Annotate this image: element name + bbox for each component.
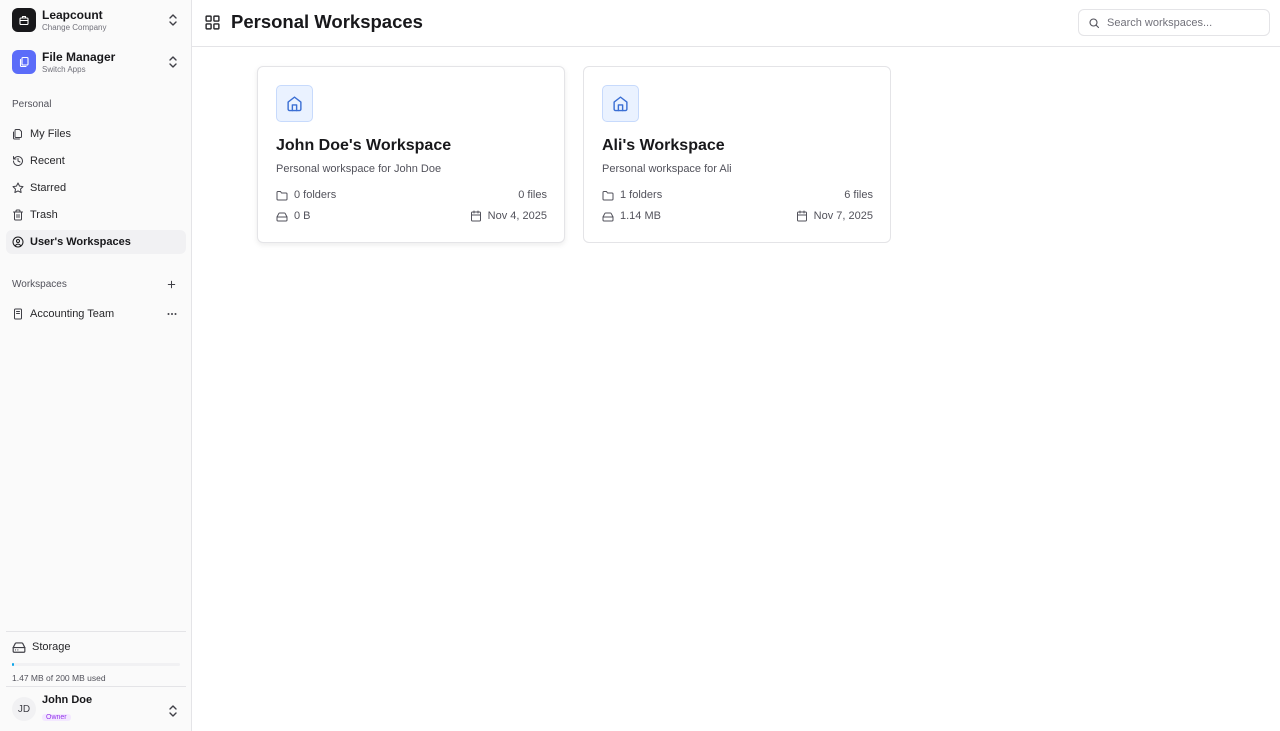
created-date: Nov 7, 2025: [796, 210, 873, 222]
company-subtitle: Change Company: [42, 22, 107, 32]
sidebar-item-label: Accounting Team: [30, 308, 115, 320]
calendar-icon: [470, 210, 481, 222]
hard-drive-icon: [12, 642, 26, 653]
file-count: 6 files: [844, 189, 873, 201]
created-date: Nov 4, 2025: [470, 210, 547, 222]
storage-panel: Storage 1.47 MB of 200 MB used: [6, 631, 186, 683]
workspace-description: Personal workspace for Ali: [602, 163, 732, 175]
book-icon: [12, 308, 24, 320]
app-subtitle: Switch Apps: [42, 64, 86, 74]
clock-icon: [12, 155, 24, 167]
file-count: 0 files: [518, 189, 547, 201]
folder-icon: [602, 190, 614, 200]
workspace-description: Personal workspace for John Doe: [276, 163, 442, 175]
sidebar-item-my-files[interactable]: My Files: [6, 122, 186, 146]
star-icon: [12, 182, 24, 194]
home-icon: [276, 85, 313, 122]
user-circle-icon: [12, 236, 24, 248]
storage-size: 0 B: [276, 210, 311, 222]
workspace-card[interactable]: Ali's Workspace Personal workspace for A…: [583, 66, 891, 243]
storage-size: 1.14 MB: [602, 210, 661, 222]
folder-count-text: 0 folders: [294, 189, 337, 201]
workspace-title: John Doe's Workspace: [276, 137, 452, 154]
folder-count: 1 folders: [602, 189, 662, 201]
file-manager-logo-icon: [12, 50, 36, 74]
sidebar-item-label: My Files: [30, 128, 71, 140]
plus-icon: [167, 280, 175, 288]
sidebar-item-label: Trash: [30, 209, 58, 221]
company-name: Leapcount: [42, 7, 103, 22]
search-icon: [1089, 17, 1100, 28]
sidebar-item-label: Starred: [30, 182, 67, 194]
storage-button[interactable]: Storage: [6, 634, 186, 660]
files-icon: [12, 128, 24, 140]
created-date-text: Nov 4, 2025: [487, 210, 547, 222]
hard-drive-icon: [602, 212, 614, 221]
sidebar-item-label: User's Workspaces: [30, 236, 131, 248]
trash-icon: [12, 209, 24, 221]
company-switcher[interactable]: Leapcount Change Company: [6, 2, 186, 38]
workspace-title: Ali's Workspace: [602, 137, 725, 154]
sidebar-item-label: Recent: [30, 155, 65, 167]
folder-count-text: 1 folders: [620, 189, 663, 201]
more-options-icon[interactable]: [166, 308, 178, 323]
search-input[interactable]: [1107, 16, 1257, 29]
search-box[interactable]: [1078, 9, 1270, 36]
created-date-text: Nov 7, 2025: [813, 210, 873, 222]
folder-count: 0 folders: [276, 189, 336, 201]
header: Personal Workspaces: [192, 0, 1280, 47]
storage-progress-bar: [12, 663, 180, 666]
workspaces-section-label: Workspaces: [12, 279, 67, 290]
sidebar-item-recent[interactable]: Recent: [6, 149, 186, 173]
folder-icon: [276, 190, 288, 200]
user-menu[interactable]: JD John Doe Owner: [6, 686, 186, 731]
home-icon: [602, 85, 639, 122]
personal-section-label: Personal: [12, 99, 52, 110]
hard-drive-icon: [276, 212, 288, 221]
sidebar-item-trash[interactable]: Trash: [6, 203, 186, 227]
storage-size-text: 0 B: [294, 210, 311, 222]
workspace-card[interactable]: John Doe's Workspace Personal workspace …: [257, 66, 565, 243]
sidebar-item-users-workspaces[interactable]: User's Workspaces: [6, 230, 186, 254]
sidebar: Leapcount Change Company File Manager Sw…: [0, 0, 192, 731]
app-switcher[interactable]: File Manager Switch Apps: [6, 44, 186, 80]
storage-progress-fill: [12, 663, 15, 666]
sidebar-item-accounting-team[interactable]: Accounting Team: [6, 302, 186, 326]
add-workspace-button[interactable]: [164, 277, 178, 291]
chevrons-up-down-icon: [168, 13, 178, 32]
storage-usage-text: 1.47 MB of 200 MB used: [12, 673, 106, 683]
sidebar-item-starred[interactable]: Starred: [6, 176, 186, 200]
company-logo-icon: [12, 8, 36, 32]
calendar-icon: [796, 210, 807, 222]
storage-size-text: 1.14 MB: [620, 210, 661, 222]
avatar: JD: [12, 697, 36, 721]
page-title: Personal Workspaces: [231, 11, 423, 32]
app-name: File Manager: [42, 49, 116, 64]
user-role-badge: Owner: [42, 714, 71, 721]
grid-icon: [204, 14, 221, 36]
storage-label: Storage: [32, 641, 71, 653]
user-name: John Doe: [42, 694, 93, 706]
chevrons-up-down-icon: [168, 55, 178, 74]
chevrons-up-down-icon: [168, 704, 178, 723]
